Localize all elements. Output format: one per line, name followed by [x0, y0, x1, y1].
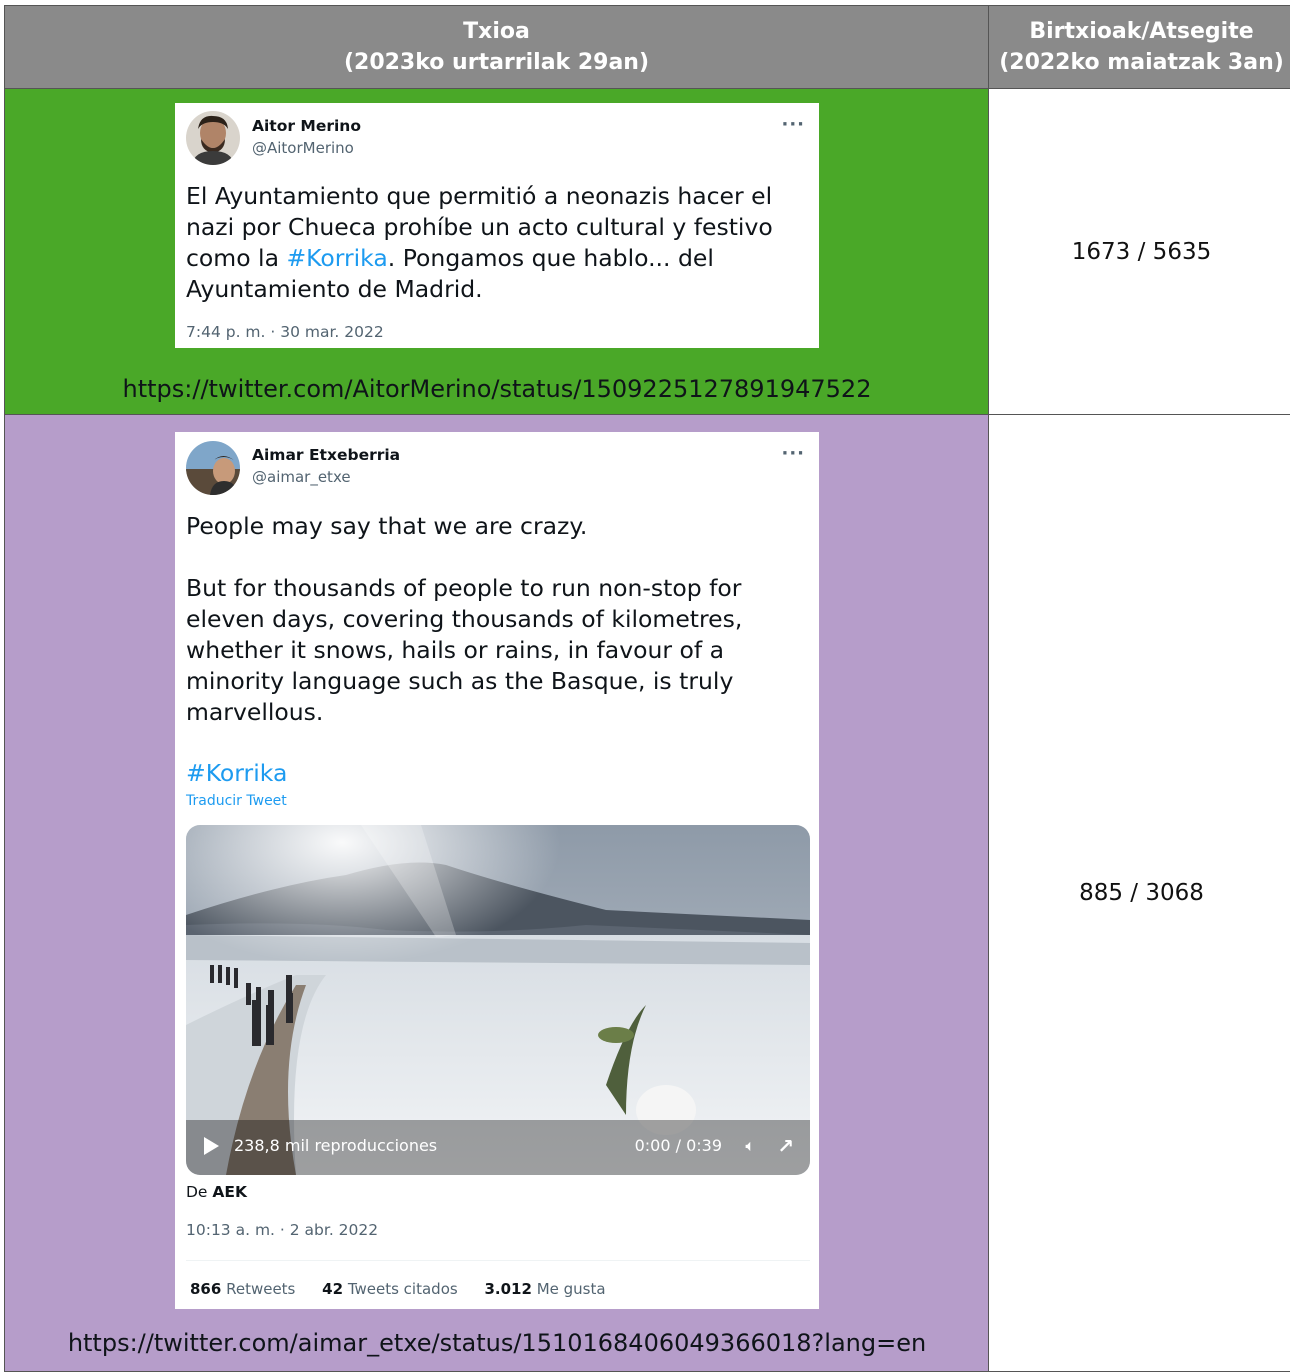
user-name[interactable]: Aimar Etxeberria	[252, 446, 400, 464]
video-player[interactable]: 238,8 mil reproducciones 0:00 / 0:39 🔈︎ …	[186, 825, 810, 1175]
user-handle[interactable]: @aimar_etxe	[252, 468, 351, 486]
retweets-number: 866	[190, 1280, 221, 1298]
volume-icon[interactable]: 🔈︎	[745, 1136, 755, 1156]
tweet-card: Aimar Etxeberria @aimar_etxe ··· People …	[175, 432, 819, 1309]
tweet-cell: Aimar Etxeberria @aimar_etxe ··· People …	[5, 415, 989, 1372]
divider	[186, 1260, 810, 1261]
tweets-table: Txioa (2023ko urtarrilak 29an) Birtxioak…	[4, 5, 1290, 1372]
header-tweet: Txioa (2023ko urtarrilak 29an)	[5, 6, 989, 89]
likes-number: 3.012	[484, 1280, 531, 1298]
quotes-label: Tweets citados	[348, 1280, 458, 1298]
retweets-label: Retweets	[226, 1280, 295, 1298]
header-stats-title: Birtxioak/Atsegite	[989, 16, 1290, 47]
tweet-metrics: 866 Retweets 42 Tweets citados 3.012 Me …	[190, 1280, 628, 1298]
tweet-text-paragraph: But for thousands of people to run non-s…	[186, 573, 756, 728]
tweet-timestamp[interactable]: 10:13 a. m. · 2 abr. 2022	[186, 1221, 378, 1239]
header-tweet-title: Txioa	[5, 16, 988, 47]
play-icon[interactable]	[204, 1137, 219, 1155]
table-row: Aitor Merino @AitorMerino ··· El Ayuntam…	[5, 89, 1290, 415]
tweet-url[interactable]: https://twitter.com/AitorMerino/status/1…	[5, 375, 989, 403]
likes-label: Me gusta	[537, 1280, 606, 1298]
tweet-text: El Ayuntamiento que permitió a neonazis …	[186, 181, 816, 305]
video-duration: 0:00 / 0:39	[635, 1136, 722, 1155]
video-source-prefix: De	[186, 1183, 212, 1201]
more-options-icon[interactable]: ···	[781, 443, 805, 464]
tweet-url[interactable]: https://twitter.com/aimar_etxe/status/15…	[5, 1329, 989, 1357]
likes-count[interactable]: 3.012 Me gusta	[484, 1280, 605, 1298]
user-handle[interactable]: @AitorMerino	[252, 139, 354, 157]
header-row: Txioa (2023ko urtarrilak 29an) Birtxioak…	[5, 6, 1290, 89]
hashtag-link[interactable]: #Korrika	[286, 244, 387, 272]
stats-cell: 885 / 3068	[989, 415, 1290, 1372]
video-views: 238,8 mil reproducciones	[234, 1136, 437, 1155]
header-stats: Birtxioak/Atsegite (2022ko maiatzak 3an)	[989, 6, 1290, 89]
video-source-account[interactable]: AEK	[212, 1183, 247, 1201]
stats-cell: 1673 / 5635	[989, 89, 1290, 415]
header-stats-date: (2022ko maiatzak 3an)	[989, 47, 1290, 78]
hashtag-link[interactable]: #Korrika	[186, 758, 816, 789]
tweet-cell: Aitor Merino @AitorMerino ··· El Ayuntam…	[5, 89, 989, 415]
tweet-timestamp[interactable]: 7:44 p. m. · 30 mar. 2022	[186, 323, 384, 341]
tweet-card: Aitor Merino @AitorMerino ··· El Ayuntam…	[175, 103, 819, 348]
quotes-count[interactable]: 42 Tweets citados	[322, 1280, 458, 1298]
header-tweet-date: (2023ko urtarrilak 29an)	[5, 47, 988, 78]
tweet-text-paragraph: People may say that we are crazy.	[186, 511, 816, 542]
avatar[interactable]	[186, 441, 240, 495]
table-row: Aimar Etxeberria @aimar_etxe ··· People …	[5, 415, 1290, 1372]
translate-tweet-link[interactable]: Traducir Tweet	[186, 793, 287, 809]
fullscreen-icon[interactable]: ↗︎	[777, 1134, 794, 1158]
more-options-icon[interactable]: ···	[781, 114, 805, 135]
retweets-count[interactable]: 866 Retweets	[190, 1280, 295, 1298]
video-controls: 238,8 mil reproducciones 0:00 / 0:39 🔈︎ …	[186, 1120, 810, 1175]
user-name[interactable]: Aitor Merino	[252, 117, 361, 135]
avatar[interactable]	[186, 111, 240, 165]
quotes-number: 42	[322, 1280, 343, 1298]
video-source: De AEK	[186, 1183, 247, 1201]
